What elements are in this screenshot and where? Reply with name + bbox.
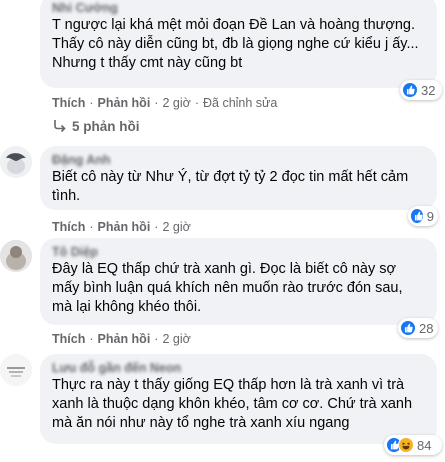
reply-arrow-icon xyxy=(52,118,68,134)
like-reaction-icon xyxy=(400,320,416,336)
like-button[interactable]: Thích xyxy=(52,220,85,234)
like-button[interactable]: Thích xyxy=(52,332,85,346)
comment-actions: Thích · Phản hồi · 2 giờ xyxy=(52,332,191,346)
comment-actions: Thích · Phản hồi · 2 giờ xyxy=(52,220,191,234)
comment-bubble: Tô Diệp Đây là EQ thấp chứ trà xanh gì. … xyxy=(40,238,437,325)
comment-time[interactable]: 2 giờ xyxy=(162,220,190,234)
reaction-summary[interactable]: 9 xyxy=(408,206,438,226)
view-replies-link[interactable]: 5 phản hồi xyxy=(52,118,140,134)
comment-author[interactable]: Lưu đỗ gần đến Neon xyxy=(52,360,425,376)
comment-author[interactable]: Tô Diệp xyxy=(52,244,425,260)
avatar[interactable] xyxy=(0,146,32,178)
reaction-count: 28 xyxy=(419,320,434,336)
like-reaction-icon xyxy=(410,208,424,224)
reaction-summary[interactable]: 32 xyxy=(400,80,442,100)
replies-count-label: 5 phản hồi xyxy=(72,118,140,134)
avatar[interactable] xyxy=(0,354,32,386)
haha-reaction-icon xyxy=(398,437,414,453)
reply-button[interactable]: Phản hồi xyxy=(98,96,151,110)
comment-author[interactable]: Nhi Cường xyxy=(52,0,425,16)
like-reaction-icon xyxy=(402,82,418,98)
reaction-count: 9 xyxy=(426,208,434,224)
comment-time[interactable]: 2 giờ xyxy=(162,96,190,110)
comment-text: Biết cô này từ Như Ý, từ đợt tỷ tỷ 2 đọc… xyxy=(52,169,409,204)
like-button[interactable]: Thích xyxy=(52,96,85,110)
comment-bubble: Đặng Anh Biết cô này từ Như Ý, từ đợt tỷ… xyxy=(40,146,437,210)
reply-button[interactable]: Phản hồi xyxy=(98,220,151,234)
edited-label: Đã chỉnh sửa xyxy=(203,96,278,110)
comment-text: Thực ra này t thấy giống EQ thấp hơn là … xyxy=(52,377,413,431)
comment-author[interactable]: Đặng Anh xyxy=(52,152,425,168)
comment-text: Đây là EQ thấp chứ trà xanh gì. Đọc là b… xyxy=(52,261,403,315)
comment-time[interactable]: 2 giờ xyxy=(162,332,190,346)
comment-text: T ngược lại khá mệt mỏi đoạn Đề Lan và h… xyxy=(52,17,419,71)
reply-button[interactable]: Phản hồi xyxy=(98,332,151,346)
reaction-summary[interactable]: 28 xyxy=(398,318,438,338)
avatar[interactable] xyxy=(0,240,32,272)
comment-bubble: Nhi Cường T ngược lại khá mệt mỏi đoạn Đ… xyxy=(40,0,437,88)
comment-actions: Thích · Phản hồi · 2 giờ · Đã chỉnh sửa xyxy=(52,96,278,110)
reaction-count: 84 xyxy=(417,437,432,453)
reaction-count: 32 xyxy=(421,82,436,98)
reaction-summary[interactable]: 84 xyxy=(384,435,442,455)
comment-bubble: Lưu đỗ gần đến Neon Thực ra này t thấy g… xyxy=(40,354,437,444)
